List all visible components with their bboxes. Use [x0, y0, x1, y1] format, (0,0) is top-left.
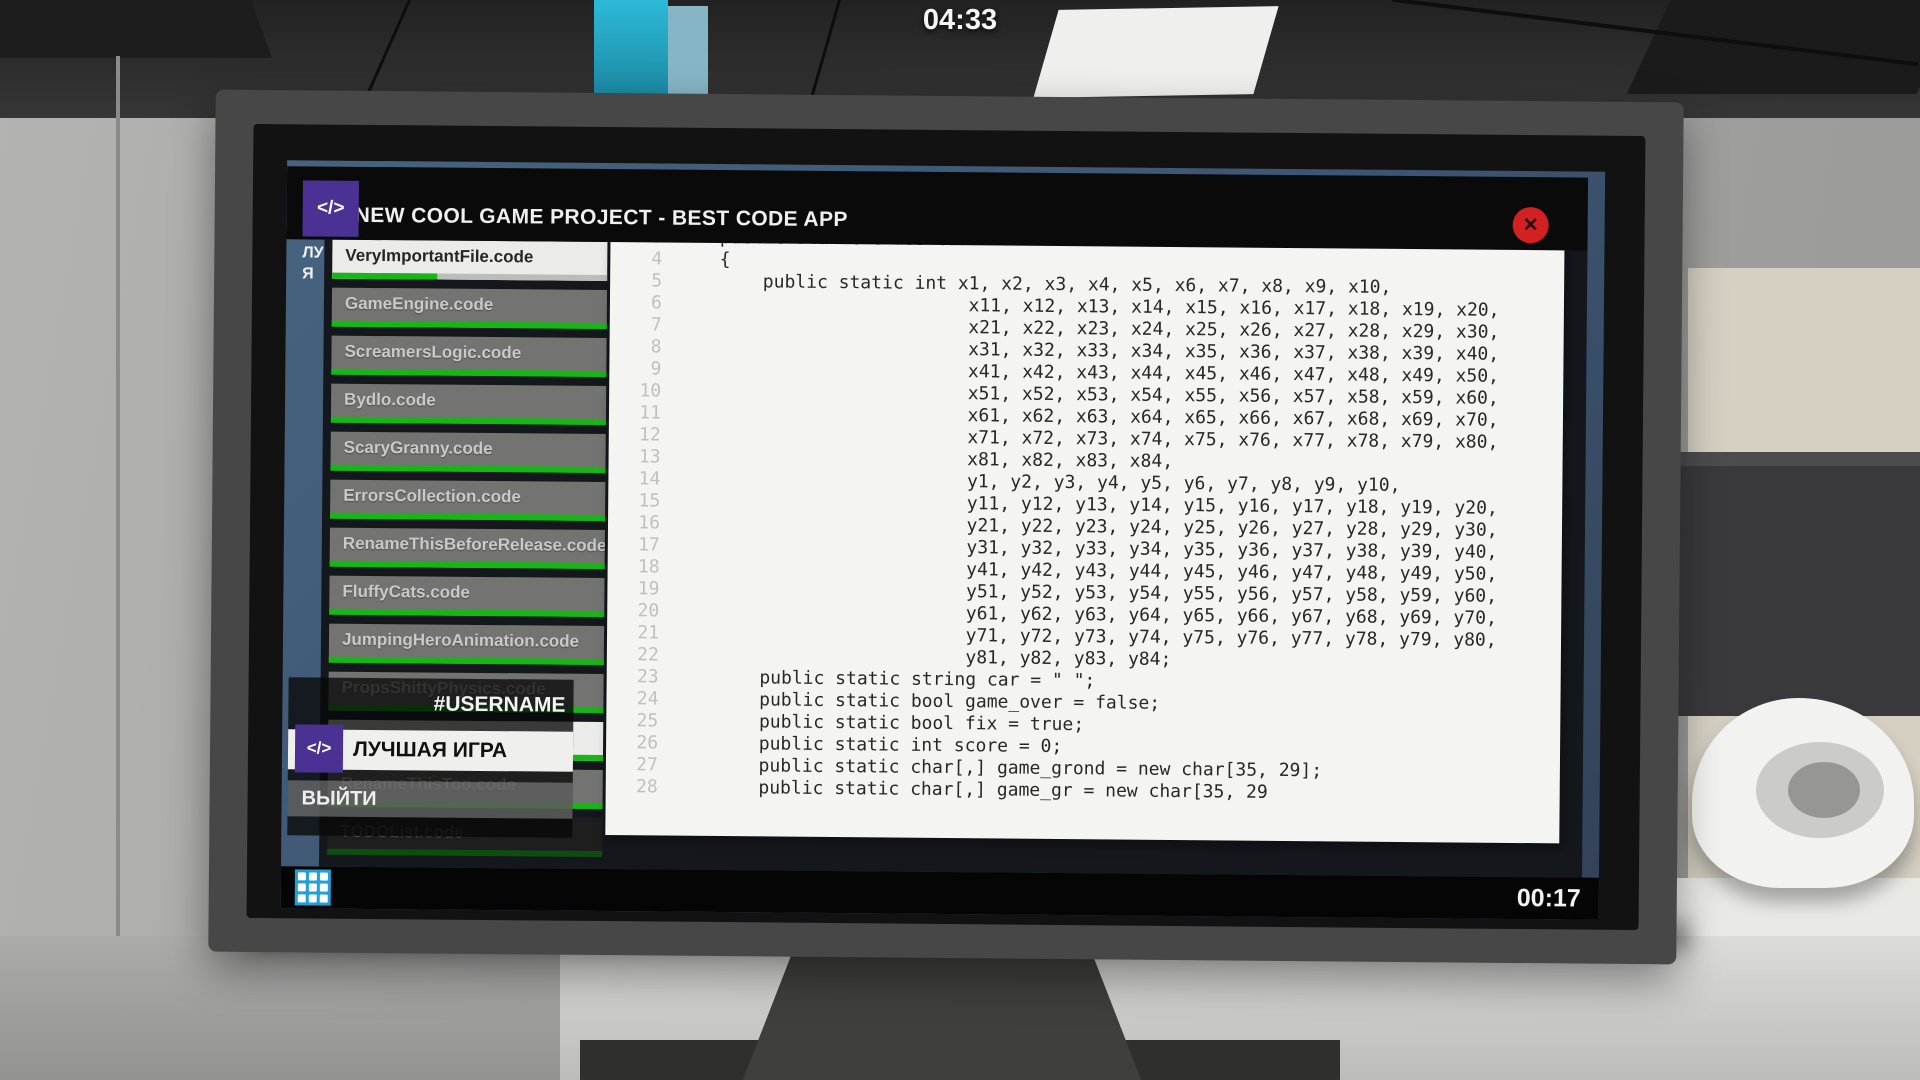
file-name: RenameThisBeforeRelease.code [330, 528, 605, 562]
file-progress-fill [331, 417, 606, 425]
grid-icon [320, 895, 328, 903]
monitor: </> ЛУ Я NEW COOL GAME PROJECT - BEST CO… [208, 90, 1683, 965]
sidebar-file[interactable]: RenameThisBeforeRelease.code [330, 528, 605, 569]
file-progress-track [329, 609, 604, 617]
file-progress-fill [330, 465, 605, 473]
sidebar-file[interactable]: FluffyCats.code [329, 576, 604, 617]
monitor-stand [742, 948, 1142, 1080]
ceiling-corner-left [0, 0, 272, 58]
sidebar-file[interactable]: ScreamersLogic.code [331, 336, 606, 377]
code-brackets-icon: </> [295, 724, 343, 772]
start-menu-item-best-game[interactable]: </> ЛУЧШАЯ ИГРА [288, 729, 573, 771]
line-numbers: 3 4 5 6 7 8 9 10 11 12 13 14 15 16 17 18… [606, 236, 677, 799]
file-name: Bydlo.code [331, 384, 606, 418]
close-button[interactable]: ✕ [1513, 207, 1549, 243]
file-progress-fill [327, 849, 602, 857]
file-progress-track [330, 561, 605, 569]
file-progress-track [330, 465, 605, 473]
start-menu-item-exit[interactable]: ВЫЙТИ [287, 780, 572, 818]
sidebar-file[interactable]: ErrorsCollection.code [330, 480, 605, 521]
file-name: ErrorsCollection.code [330, 480, 605, 514]
grid-icon [309, 883, 317, 891]
code-area: 3 4 5 6 7 8 9 10 11 12 13 14 15 16 17 18… [606, 236, 1565, 806]
file-progress-track [331, 417, 606, 425]
code-text: public static class car { public static … [672, 236, 1501, 806]
grid-icon [298, 883, 306, 891]
start-menu: #USERNAME </> ЛУЧШАЯ ИГРА ВЫЙТИ [287, 677, 573, 837]
file-progress-track [332, 321, 607, 329]
sidebar-file[interactable]: Bydlo.code [331, 384, 606, 425]
desktop-code-icon[interactable]: </> [303, 180, 359, 236]
sidebar-file[interactable]: ScaryGranny.code [330, 432, 605, 473]
code-brackets-icon: </> [317, 197, 345, 219]
game-scene: </> ЛУ Я NEW COOL GAME PROJECT - BEST CO… [0, 0, 1920, 1080]
ceiling-light [1033, 6, 1278, 98]
sink-drain [1788, 762, 1860, 818]
start-menu-item-label: ЛУЧШАЯ ИГРА [353, 730, 507, 771]
cabinet [1664, 452, 1920, 716]
screen: </> ЛУ Я NEW COOL GAME PROJECT - BEST CO… [281, 160, 1605, 919]
file-progress-fill [329, 609, 604, 617]
file-progress-track [329, 657, 604, 665]
wall-seam [116, 56, 120, 1016]
sidebar-file[interactable]: JumpingHeroAnimation.code [329, 624, 604, 665]
file-name: JumpingHeroAnimation.code [329, 624, 604, 658]
sidebar-file[interactable]: GameEngine.code [332, 288, 607, 329]
file-progress-fill [330, 513, 605, 521]
file-progress-track [327, 849, 602, 857]
start-menu-username: #USERNAME [288, 677, 573, 729]
sidebar-file[interactable]: VeryImportantFile.code [332, 240, 607, 281]
start-button[interactable] [295, 869, 331, 905]
grid-icon [298, 872, 306, 880]
file-progress-track [331, 369, 606, 377]
file-progress-fill [332, 321, 607, 329]
grid-icon [309, 872, 317, 880]
hud-game-clock: 04:33 [880, 4, 1040, 37]
icon-glyph: </> [307, 738, 332, 758]
file-progress-fill [332, 273, 437, 280]
file-name: ScreamersLogic.code [331, 336, 606, 370]
close-icon: ✕ [1523, 214, 1539, 237]
file-name: VeryImportantFile.code [332, 240, 607, 274]
file-progress-fill [331, 369, 606, 377]
grid-icon [309, 894, 317, 902]
window-title: NEW COOL GAME PROJECT - BEST CODE APP [355, 204, 848, 232]
grid-icon [298, 894, 306, 902]
file-name: GameEngine.code [332, 288, 607, 322]
session-timer: 00:17 [1517, 877, 1581, 920]
file-progress-track [332, 273, 607, 281]
desk-shadow [0, 936, 560, 1080]
grid-icon [320, 884, 328, 892]
file-name: ScaryGranny.code [331, 432, 606, 466]
file-progress-track [330, 513, 605, 521]
file-name: FluffyCats.code [329, 576, 604, 610]
file-progress-fill [330, 561, 605, 569]
code-editor[interactable]: 3 4 5 6 7 8 9 10 11 12 13 14 15 16 17 18… [605, 236, 1564, 843]
window-titlebar: NEW COOL GAME PROJECT - BEST CODE APP [286, 166, 1588, 250]
grid-icon [320, 873, 328, 881]
file-progress-fill [329, 657, 604, 665]
